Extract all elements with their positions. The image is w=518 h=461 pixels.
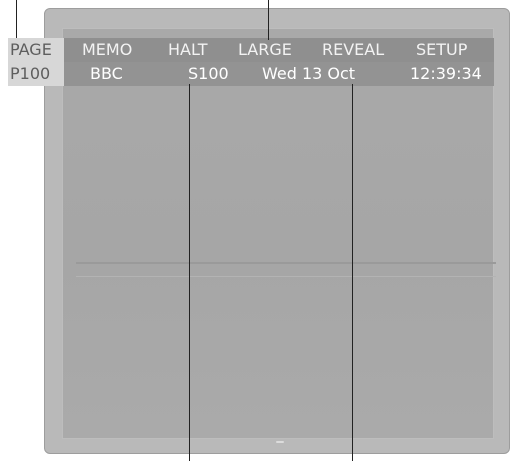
- menu-item-memo[interactable]: MEMO: [82, 38, 132, 62]
- page-number: P100: [10, 64, 51, 83]
- menu-item-halt[interactable]: HALT: [168, 38, 207, 62]
- callout-line-large: [268, 0, 269, 40]
- callout-line-date: [352, 84, 353, 461]
- menu-item-reveal[interactable]: REVEAL: [322, 38, 384, 62]
- subpage-number: S100: [188, 64, 229, 83]
- time-display: 12:39:34: [410, 64, 482, 83]
- menu-item-large[interactable]: LARGE: [238, 38, 292, 62]
- teletext-screen: [62, 28, 494, 439]
- standby-indicator: [276, 441, 284, 443]
- screen-divider-horizontal: [76, 262, 496, 264]
- menu-item-setup[interactable]: SETUP: [416, 38, 467, 62]
- date-display: Wed 13 Oct: [262, 64, 356, 83]
- callout-line-subpage: [189, 84, 190, 461]
- channel-name: BBC: [90, 64, 123, 83]
- menu-item-page[interactable]: PAGE: [10, 38, 52, 62]
- screen-divider-horizontal-light: [76, 276, 496, 277]
- callout-line-page: [16, 0, 17, 38]
